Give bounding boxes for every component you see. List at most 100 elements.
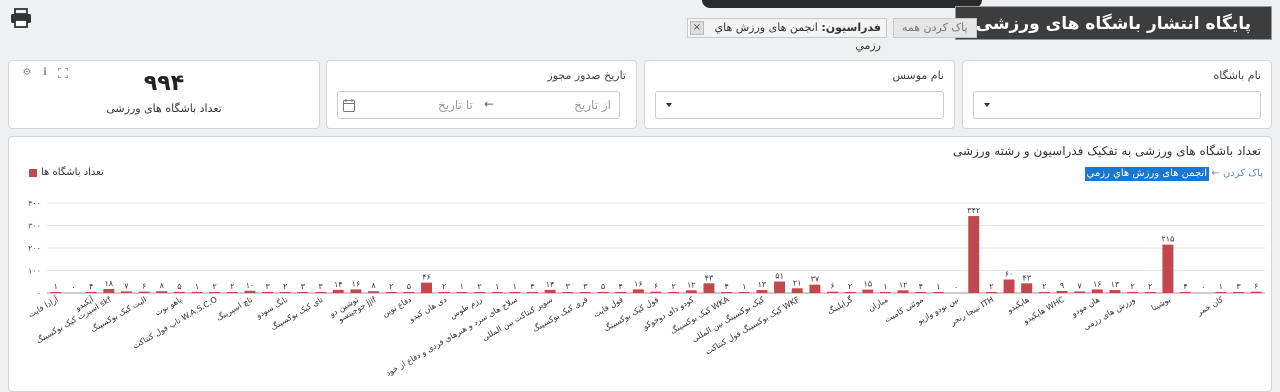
bar[interactable] (844, 292, 856, 293)
bar[interactable] (703, 283, 715, 293)
bar[interactable] (579, 292, 591, 293)
bar[interactable] (156, 291, 168, 293)
bar[interactable] (103, 288, 115, 293)
bar[interactable] (1215, 292, 1227, 293)
bar[interactable] (1250, 291, 1262, 293)
bar[interactable] (85, 292, 97, 293)
bar[interactable] (279, 292, 291, 293)
print-icon[interactable] (10, 8, 32, 28)
bar[interactable] (385, 292, 397, 293)
bar[interactable] (809, 284, 821, 293)
bar[interactable] (191, 292, 203, 293)
bar[interactable] (932, 292, 944, 293)
y-tick-label: ۲۰۰ (28, 244, 41, 253)
data-label: ۱ (54, 282, 58, 291)
bar[interactable] (915, 292, 927, 293)
data-label: ۶ (1254, 282, 1258, 291)
bar[interactable] (721, 292, 733, 293)
data-label: ۳۴۲ (967, 206, 980, 215)
bar[interactable] (544, 289, 556, 293)
bar[interactable] (1074, 291, 1086, 293)
bar[interactable] (1038, 292, 1050, 293)
bar[interactable] (1021, 283, 1033, 293)
data-label: ۱ (1219, 282, 1223, 291)
data-label: ۱ (513, 282, 517, 291)
bar[interactable] (862, 289, 874, 293)
data-label: ۲ (213, 282, 217, 291)
data-label: ۱ (460, 282, 464, 291)
bar[interactable] (474, 292, 485, 293)
bar[interactable] (1109, 290, 1121, 293)
clear-all-filters-button[interactable]: پاک کردن همه (893, 18, 977, 38)
bar[interactable] (173, 291, 185, 293)
bar[interactable] (880, 292, 891, 293)
bar[interactable] (774, 281, 786, 293)
x-tick-label: مباران (867, 295, 890, 313)
bar[interactable] (421, 282, 432, 293)
bar[interactable] (350, 289, 362, 293)
bar[interactable] (1233, 292, 1244, 293)
bar[interactable] (1162, 244, 1174, 293)
bar[interactable] (1180, 292, 1192, 293)
bar[interactable] (1091, 289, 1103, 293)
founder-name-select[interactable] (655, 91, 944, 119)
bar[interactable] (738, 292, 750, 293)
bar[interactable] (685, 290, 697, 293)
bar[interactable] (1144, 292, 1156, 293)
bar[interactable] (597, 291, 609, 293)
data-label: ۱۲ (687, 280, 696, 289)
bar[interactable] (968, 216, 980, 293)
bar[interactable] (756, 290, 768, 293)
bar[interactable] (650, 291, 662, 293)
y-tick-label: ۰ (37, 289, 41, 298)
data-label: ۷ (124, 281, 129, 290)
data-label: ۱۲ (899, 280, 908, 289)
bar[interactable] (244, 290, 256, 293)
club-name-select[interactable] (973, 91, 1261, 119)
bar[interactable] (668, 292, 680, 293)
bar[interactable] (632, 289, 644, 293)
bar[interactable] (615, 292, 627, 293)
bar[interactable] (332, 289, 344, 293)
bar[interactable] (226, 292, 238, 293)
bar[interactable] (138, 291, 150, 293)
data-label: ۴ (619, 282, 623, 291)
data-label: ۴۳ (705, 273, 714, 282)
bar[interactable] (262, 292, 274, 293)
bar[interactable] (209, 292, 221, 293)
license-date-range-input[interactable]: از تاریخ ← تا تاریخ (337, 91, 620, 119)
bar[interactable] (368, 291, 380, 293)
drilldown-clear-link[interactable]: پاک کردن ← (1211, 167, 1263, 181)
bar[interactable] (50, 292, 62, 293)
license-date-label: تاریخ صدور مجوز (547, 69, 626, 82)
data-label: ۰ (954, 283, 958, 292)
bar[interactable] (120, 291, 132, 293)
bar[interactable] (509, 292, 521, 293)
bar[interactable] (403, 291, 415, 293)
bar[interactable] (491, 292, 503, 293)
calendar-icon[interactable] (343, 99, 355, 112)
data-label: ۴ (89, 282, 93, 291)
data-label: ۲ (848, 282, 852, 291)
data-label: ۳ (1236, 282, 1241, 291)
chart-legend[interactable]: تعداد باشگاه ها (29, 167, 104, 178)
bar[interactable] (1056, 290, 1068, 293)
data-label: ۲ (389, 282, 393, 291)
bar[interactable] (1003, 279, 1015, 294)
x-tick-label: گراپلینگ (826, 294, 855, 316)
bar[interactable] (297, 292, 309, 293)
bar[interactable] (562, 292, 574, 293)
data-label: ۲۱ (793, 278, 802, 287)
close-icon[interactable]: × (690, 21, 704, 35)
bar[interactable] (897, 290, 909, 293)
bar[interactable] (985, 292, 997, 293)
bar[interactable] (827, 291, 838, 293)
founder-name-label: نام موسس (892, 69, 944, 82)
bar[interactable] (791, 288, 803, 293)
bar[interactable] (526, 292, 538, 293)
bar[interactable] (438, 292, 450, 293)
bar[interactable] (456, 292, 468, 293)
bar[interactable] (1127, 292, 1139, 293)
bar[interactable] (315, 292, 327, 293)
data-label: ۱ (495, 282, 499, 291)
